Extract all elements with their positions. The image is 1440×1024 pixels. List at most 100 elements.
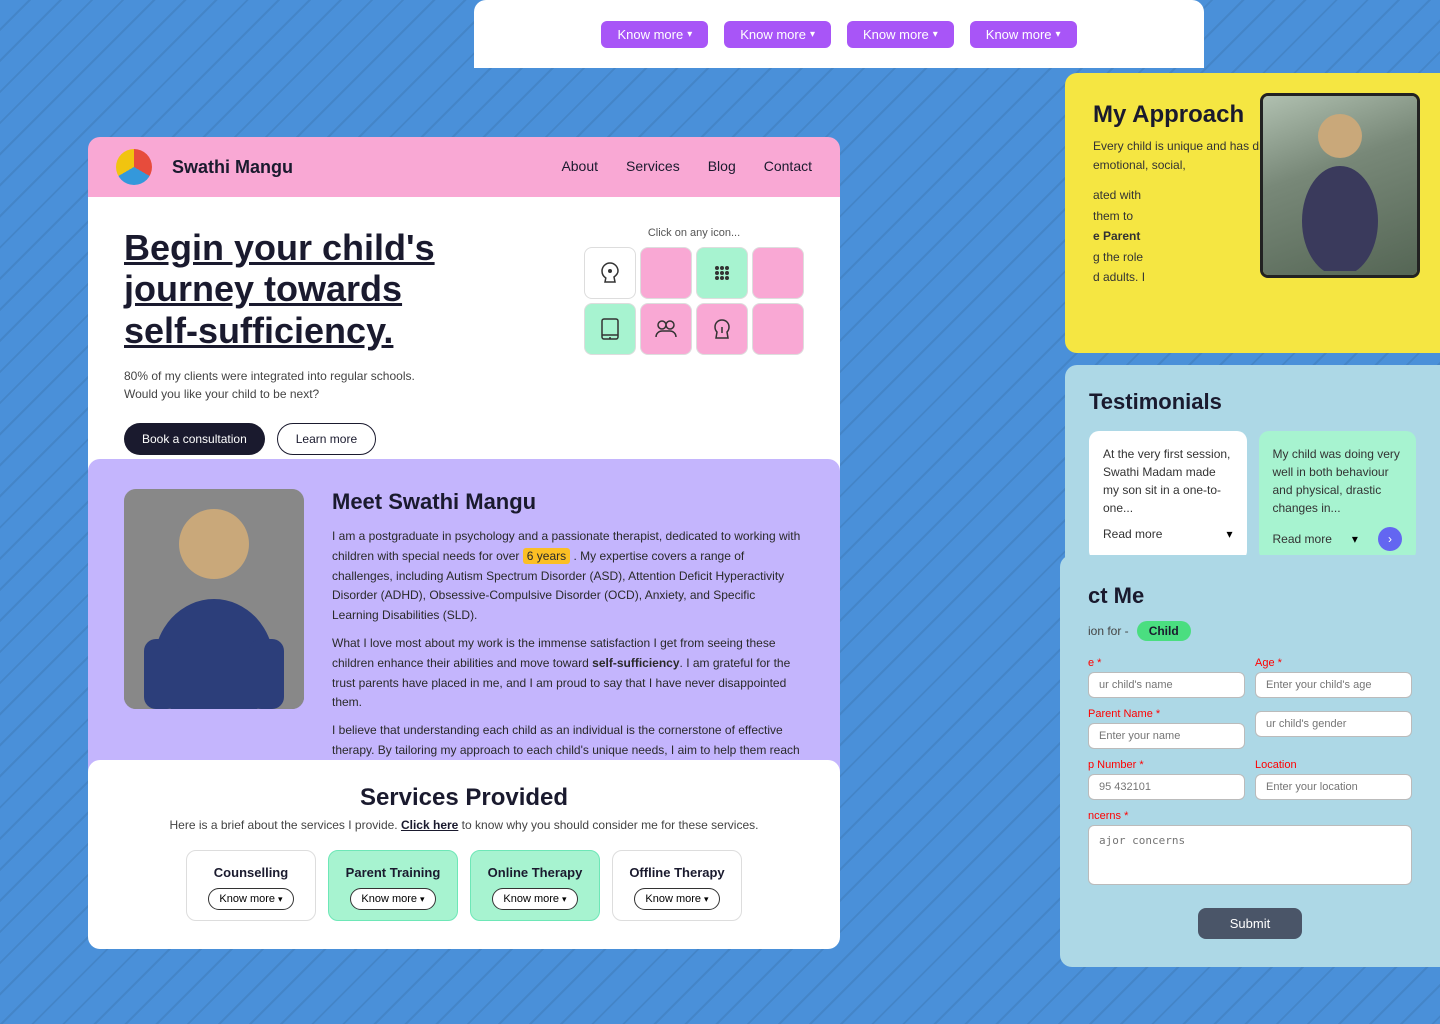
service-counselling-title: Counselling xyxy=(197,865,305,880)
concerns-field-group: ncerns * xyxy=(1088,810,1412,890)
approach-photo xyxy=(1260,93,1420,278)
click-here-link[interactable]: Click here xyxy=(401,818,458,832)
learn-more-button[interactable]: Learn more xyxy=(277,423,376,455)
contact-section: ct Me ion for - Child e * Age * Parent N… xyxy=(1060,555,1440,967)
service-online-btn[interactable]: Know more xyxy=(492,888,577,910)
years-highlight: 6 years xyxy=(523,548,570,564)
contact-tab-child[interactable]: Child xyxy=(1137,621,1191,641)
phone-input[interactable] xyxy=(1088,774,1245,800)
icon-grid-area: Click on any icon... xyxy=(584,227,804,455)
know-more-btn-4[interactable]: Know more xyxy=(970,21,1077,48)
age-input[interactable] xyxy=(1255,672,1412,698)
brand-name: Swathi Mangu xyxy=(172,157,293,178)
testimonials-title: Testimonials xyxy=(1089,389,1416,415)
parent-input[interactable] xyxy=(1088,723,1245,749)
nav-contact[interactable]: Contact xyxy=(764,158,812,174)
nav-services[interactable]: Services xyxy=(626,158,680,174)
concerns-label: ncerns * xyxy=(1088,810,1412,822)
icon-cell-pink-3[interactable] xyxy=(752,303,804,355)
know-more-btn-1[interactable]: Know more xyxy=(601,21,708,48)
read-more-link-1[interactable]: Read more xyxy=(1103,527,1162,541)
testimonial-card-2: My child was doing very well in both beh… xyxy=(1259,431,1417,561)
parent-field-group: Parent Name * xyxy=(1088,708,1245,749)
hero-title-underline: self-sufficiency. xyxy=(124,310,393,351)
contact-form: e * Age * Parent Name * p Number * xyxy=(1088,657,1412,939)
services-section: Services Provided Here is a brief about … xyxy=(88,760,840,949)
testimonial-text-1: At the very first session, Swathi Madam … xyxy=(1103,445,1233,517)
phone-field-group: p Number * xyxy=(1088,759,1245,800)
services-title: Services Provided xyxy=(124,784,804,812)
hero-left: Begin your child's journey towards self-… xyxy=(124,227,564,455)
name-field-group: e * xyxy=(1088,657,1245,698)
gender-input[interactable] xyxy=(1255,711,1412,737)
approach-text-3: e Parent xyxy=(1093,229,1140,243)
hero-subtitle: 80% of my clients were integrated into r… xyxy=(124,367,564,403)
gender-field-group xyxy=(1255,708,1412,749)
parent-label: Parent Name * xyxy=(1088,708,1245,720)
icon-cell-dots[interactable] xyxy=(696,247,748,299)
contact-title: ct Me xyxy=(1088,583,1412,609)
service-card-parent: Parent Training Know more xyxy=(328,850,458,921)
testimonials-section: Testimonials At the very first session, … xyxy=(1065,365,1440,585)
location-field-group: Location xyxy=(1255,759,1412,800)
nav-about[interactable]: About xyxy=(561,158,598,174)
testimonial-footer-1: Read more ▾ xyxy=(1103,527,1233,541)
services-cards: Counselling Know more Parent Training Kn… xyxy=(124,850,804,921)
submit-row: Submit xyxy=(1088,900,1412,939)
meet-para2: What I love most about my work is the im… xyxy=(332,634,804,713)
testimonial-footer-2: Read more ▾ › xyxy=(1273,527,1403,551)
icon-cell-tablet[interactable] xyxy=(584,303,636,355)
testimonials-cards: At the very first session, Swathi Madam … xyxy=(1089,431,1416,561)
location-input[interactable] xyxy=(1255,774,1412,800)
approach-text-2: them to xyxy=(1093,209,1133,223)
service-offline-btn[interactable]: Know more xyxy=(634,888,719,910)
my-approach-section: My Approach Every child is unique and ha… xyxy=(1065,73,1440,353)
hero-buttons: Book a consultation Learn more xyxy=(124,423,564,455)
service-card-offline: Offline Therapy Know more xyxy=(612,850,742,921)
service-parent-title: Parent Training xyxy=(339,865,447,880)
know-more-btn-2[interactable]: Know more xyxy=(724,21,831,48)
logo-icon xyxy=(116,149,152,185)
approach-text-5: d adults. I xyxy=(1093,270,1145,284)
approach-text-1: ated with xyxy=(1093,188,1141,202)
services-subtitle: Here is a brief about the services I pro… xyxy=(124,818,804,832)
nav-links: About Services Blog Contact xyxy=(561,158,812,176)
service-card-online: Online Therapy Know more xyxy=(470,850,600,921)
icon-cell-group[interactable] xyxy=(640,303,692,355)
service-card-counselling: Counselling Know more xyxy=(186,850,316,921)
meet-photo xyxy=(124,489,304,709)
contact-tab-label: ion for - xyxy=(1088,624,1129,638)
meet-title: Meet Swathi Mangu xyxy=(332,489,804,515)
know-more-top-bar: Know more Know more Know more Know more xyxy=(474,0,1204,68)
icon-cell-pink-1[interactable] xyxy=(640,247,692,299)
service-parent-btn[interactable]: Know more xyxy=(350,888,435,910)
testimonial-card-1: At the very first session, Swathi Madam … xyxy=(1089,431,1247,561)
service-online-title: Online Therapy xyxy=(481,865,589,880)
service-offline-title: Offline Therapy xyxy=(623,865,731,880)
know-more-btn-3[interactable]: Know more xyxy=(847,21,954,48)
contact-tabs: ion for - Child xyxy=(1088,621,1412,641)
icon-cell-pink-2[interactable] xyxy=(752,247,804,299)
nav-blog[interactable]: Blog xyxy=(708,158,736,174)
hero-section: Begin your child's journey towards self-… xyxy=(88,197,840,485)
name-label: e * xyxy=(1088,657,1245,669)
submit-button[interactable]: Submit xyxy=(1198,908,1302,939)
meet-para1: I am a postgraduate in psychology and a … xyxy=(332,527,804,626)
icon-grid-label: Click on any icon... xyxy=(584,227,804,239)
icon-cell-ear[interactable] xyxy=(584,247,636,299)
service-counselling-btn[interactable]: Know more xyxy=(208,888,293,910)
concerns-textarea[interactable] xyxy=(1088,825,1412,885)
location-label: Location xyxy=(1255,759,1412,771)
child-name-input[interactable] xyxy=(1088,672,1245,698)
age-label: Age * xyxy=(1255,657,1412,669)
navbar: Swathi Mangu About Services Blog Contact xyxy=(88,137,840,197)
next-testimonial-btn[interactable]: › xyxy=(1378,527,1402,551)
phone-label: p Number * xyxy=(1088,759,1245,771)
icon-grid xyxy=(584,247,804,355)
hero-title: Begin your child's journey towards self-… xyxy=(124,227,564,351)
testimonial-text-2: My child was doing very well in both beh… xyxy=(1273,445,1403,517)
icon-cell-brain[interactable] xyxy=(696,303,748,355)
read-more-link-2[interactable]: Read more xyxy=(1273,532,1332,546)
age-field-group: Age * xyxy=(1255,657,1412,698)
book-consultation-button[interactable]: Book a consultation xyxy=(124,423,265,455)
